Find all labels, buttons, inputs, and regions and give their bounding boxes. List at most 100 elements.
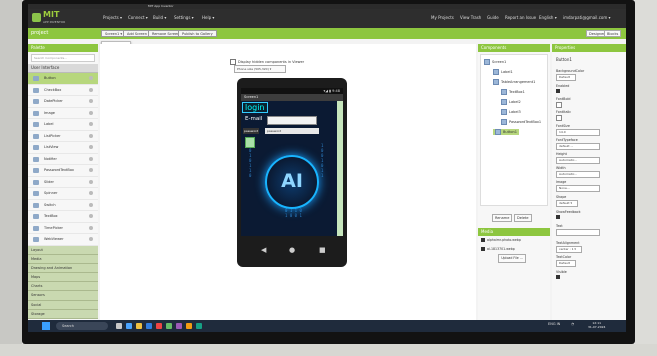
file-explorer-icon[interactable]	[136, 323, 142, 329]
prop-value-image[interactable]: None...	[556, 185, 600, 192]
language-indicator[interactable]: ENG IN	[548, 322, 560, 326]
app-inventor-logo[interactable]: MIT APP INVENTOR	[32, 10, 70, 25]
help-icon[interactable]	[89, 145, 93, 149]
help-icon[interactable]	[89, 168, 93, 172]
email-label[interactable]: E-mail	[245, 116, 262, 122]
help-icon[interactable]	[89, 225, 93, 230]
button1-preview[interactable]	[245, 137, 255, 148]
palette-item-slider[interactable]: Slider	[28, 177, 98, 188]
palette-item-switch[interactable]: Switch	[28, 200, 98, 211]
prop-checkbox-fontbold[interactable]	[556, 102, 562, 108]
tree-node-label1[interactable]: Label1	[493, 69, 513, 75]
help-icon[interactable]	[89, 179, 93, 184]
palette-item-notifier[interactable]: Notifier	[28, 154, 98, 165]
palette-category-drawing[interactable]: Drawing and Animation	[28, 263, 98, 274]
palette-search-input[interactable]: Search Components...	[31, 54, 95, 62]
media-file-item[interactable]: ai-1813701.webp	[478, 245, 550, 254]
upload-file-button[interactable]: Upload File ...	[498, 254, 526, 263]
palette-item-textbox[interactable]: TextBox	[28, 211, 98, 223]
phone-size-select[interactable]: Phone size (505,320) ▾	[234, 65, 286, 73]
palette-item-passwordtextbox[interactable]: PasswordTextBox	[28, 165, 98, 177]
menu-settings[interactable]: Settings ▾	[174, 15, 194, 20]
prop-value-textalignment[interactable]: center : 1 ▾	[556, 246, 582, 253]
tree-node-screen1[interactable]: Screen1	[484, 59, 506, 65]
app-icon[interactable]	[186, 323, 192, 329]
help-icon[interactable]	[89, 191, 93, 195]
app-icon[interactable]	[176, 323, 182, 329]
menu-account[interactable]: imdarpati@gmail.com ▾	[563, 15, 611, 20]
palette-item-webviewer[interactable]: WebViewer	[28, 234, 98, 246]
menu-language[interactable]: English ▾	[539, 15, 557, 20]
menu-guide[interactable]: Guide	[487, 15, 499, 20]
password-textbox[interactable]: password	[265, 128, 319, 134]
palette-item-button[interactable]: Button	[28, 73, 98, 85]
prop-value-fonttypeface[interactable]: default ...	[556, 143, 600, 150]
prop-checkbox-fontitalic[interactable]	[556, 115, 562, 121]
help-icon[interactable]	[89, 76, 93, 80]
palette-category-media[interactable]: Media	[28, 254, 98, 264]
publish-gallery-button[interactable]: Publish to Gallery	[178, 30, 217, 37]
palette-category-maps[interactable]: Maps	[28, 273, 98, 283]
prop-checkbox-showfeedback[interactable]	[556, 215, 560, 219]
tree-node-label3[interactable]: Label3	[501, 109, 521, 115]
tree-node-passwordtextbox1[interactable]: PasswordTextBox1	[501, 119, 541, 125]
back-icon[interactable]: ◀	[261, 246, 266, 254]
palette-item-checkbox[interactable]: CheckBox	[28, 85, 98, 96]
prop-value-height[interactable]: Automatic...	[556, 157, 600, 164]
palette-category-charts[interactable]: Charts	[28, 282, 98, 292]
browser-tab-title[interactable]: MIT App Inventor	[148, 4, 174, 8]
help-icon[interactable]	[89, 156, 93, 161]
menu-build[interactable]: Build ▾	[153, 15, 166, 20]
menu-my-projects[interactable]: My Projects	[431, 15, 454, 20]
email-textbox[interactable]	[267, 116, 317, 125]
app-icon[interactable]	[196, 323, 202, 329]
palette-category-storage[interactable]: Storage	[28, 309, 98, 319]
home-icon[interactable]: ●	[289, 246, 295, 254]
menu-connect[interactable]: Connect ▾	[128, 15, 148, 20]
palette-item-timepicker[interactable]: TimePicker	[28, 223, 98, 234]
help-icon[interactable]	[89, 214, 93, 218]
store-icon[interactable]	[146, 323, 152, 329]
palette-item-listpicker[interactable]: ListPicker	[28, 131, 98, 142]
tree-node-tablearrangement1[interactable]: TableArrangement1	[493, 79, 535, 85]
help-icon[interactable]	[89, 122, 93, 126]
blocks-button[interactable]: Blocks	[604, 30, 622, 37]
prop-value-shape[interactable]: default ▾	[556, 200, 578, 207]
help-icon[interactable]	[89, 237, 93, 241]
help-icon[interactable]	[89, 202, 93, 207]
palette-item-datepicker[interactable]: DatePicker	[28, 96, 98, 108]
app-icon[interactable]	[166, 323, 172, 329]
prop-value-textcolor[interactable]: Default	[556, 260, 576, 267]
prop-value-width[interactable]: Automatic...	[556, 171, 600, 178]
prop-checkbox-enabled[interactable]	[556, 89, 560, 93]
wifi-icon[interactable]: ◔	[571, 322, 574, 326]
tree-node-textbox1[interactable]: TextBox1	[501, 89, 525, 95]
prop-value-fontsize[interactable]: 14.0	[556, 129, 600, 136]
palette-category-layout[interactable]: Layout	[28, 245, 98, 255]
menu-report-issue[interactable]: Report an Issue	[505, 15, 536, 20]
taskbar-search[interactable]: Search	[56, 322, 108, 330]
menu-view-trash[interactable]: View Trash	[460, 15, 481, 20]
help-icon[interactable]	[89, 99, 93, 103]
tree-node-button1[interactable]: Button1	[493, 129, 519, 135]
chrome-icon[interactable]	[156, 323, 162, 329]
task-view-icon[interactable]	[116, 323, 122, 329]
menu-projects[interactable]: Projects ▾	[103, 15, 122, 20]
windows-start-icon[interactable]	[42, 322, 50, 330]
recent-apps-icon[interactable]: ■	[319, 246, 326, 254]
tree-node-label2[interactable]: Label2	[501, 99, 521, 105]
palette-item-label[interactable]: Label	[28, 119, 98, 131]
prop-value-text[interactable]	[556, 229, 600, 236]
palette-item-image[interactable]: Image	[28, 108, 98, 119]
prop-value-backgroundcolor[interactable]: Default	[556, 74, 576, 81]
rename-button[interactable]: Rename	[492, 214, 513, 222]
palette-item-spinner[interactable]: Spinner	[28, 188, 98, 200]
taskbar-clock[interactable]: 12:11 31-07-2024	[588, 321, 605, 329]
palette-category-sensors[interactable]: Sensors	[28, 291, 98, 301]
password-label[interactable]: password	[243, 128, 260, 134]
edge-icon[interactable]	[126, 323, 132, 329]
palette-category-social[interactable]: Social	[28, 300, 98, 310]
palette-category-user-interface[interactable]: User Interface	[28, 64, 98, 73]
login-label[interactable]: login	[242, 102, 268, 113]
media-file-item[interactable]: alphaimr-photo.webp	[478, 236, 550, 245]
